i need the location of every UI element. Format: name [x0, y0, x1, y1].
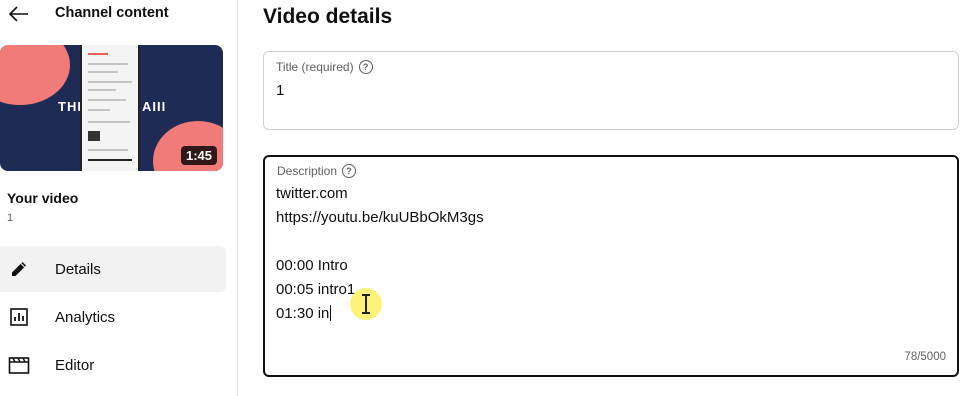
sidebar-item-label: Analytics	[55, 308, 116, 326]
sidebar-item-editor[interactable]: Editor	[0, 342, 226, 388]
text-cursor-icon	[362, 294, 370, 314]
description-line-current[interactable]: 01:30 in	[276, 305, 332, 322]
description-line[interactable]: 00:00 Intro	[276, 257, 348, 274]
help-icon[interactable]: ?	[342, 164, 357, 178]
sidebar-item-details[interactable]: Details	[0, 246, 226, 292]
sidebar-item-label: Details	[55, 260, 101, 278]
title-field[interactable]: Title (required) ? 1	[263, 51, 959, 130]
arrow-left-icon	[9, 6, 28, 22]
description-line[interactable]: 00:05 intro1	[276, 281, 355, 298]
analytics-icon	[8, 306, 30, 328]
your-video-value: 1	[7, 212, 14, 224]
description-line[interactable]: https://youtu.be/kuUBbOkM3gs	[276, 209, 484, 226]
description-line[interactable]: twitter.com	[276, 185, 348, 202]
back-row: Channel content	[0, 0, 238, 30]
video-thumbnail[interactable]: THR AIII 1:45	[0, 45, 223, 171]
sidebar-item-analytics[interactable]: Analytics	[0, 294, 226, 340]
description-line-text: 01:30 in	[276, 305, 330, 322]
pencil-icon	[8, 258, 30, 280]
sidebar-item-label: Editor	[55, 356, 95, 374]
thumbnail-phone-image	[80, 45, 140, 171]
page-title: Video details	[263, 5, 393, 28]
character-count: 78/5000	[904, 351, 946, 363]
title-field-label: Title (required)	[276, 60, 354, 74]
thumbnail-decoration	[0, 45, 70, 105]
channel-content-title: Channel content	[55, 5, 169, 21]
clapperboard-icon	[8, 354, 30, 376]
description-field-label: Description	[277, 164, 338, 178]
sidebar: Channel content THR AIII 1:45 Your video…	[0, 0, 238, 396]
title-field-label-row: Title (required) ?	[276, 60, 373, 74]
help-icon[interactable]: ?	[358, 60, 373, 74]
description-field[interactable]: Description ? twitter.com https://youtu.…	[263, 155, 959, 377]
title-input[interactable]: 1	[276, 82, 284, 99]
text-caret	[330, 305, 332, 321]
back-button[interactable]	[6, 2, 32, 26]
description-field-label-row: Description ?	[277, 164, 357, 178]
video-duration-badge: 1:45	[180, 146, 217, 165]
your-video-label: Your video	[7, 190, 79, 206]
thumbnail-overlay-text-right: AIII	[142, 99, 167, 114]
